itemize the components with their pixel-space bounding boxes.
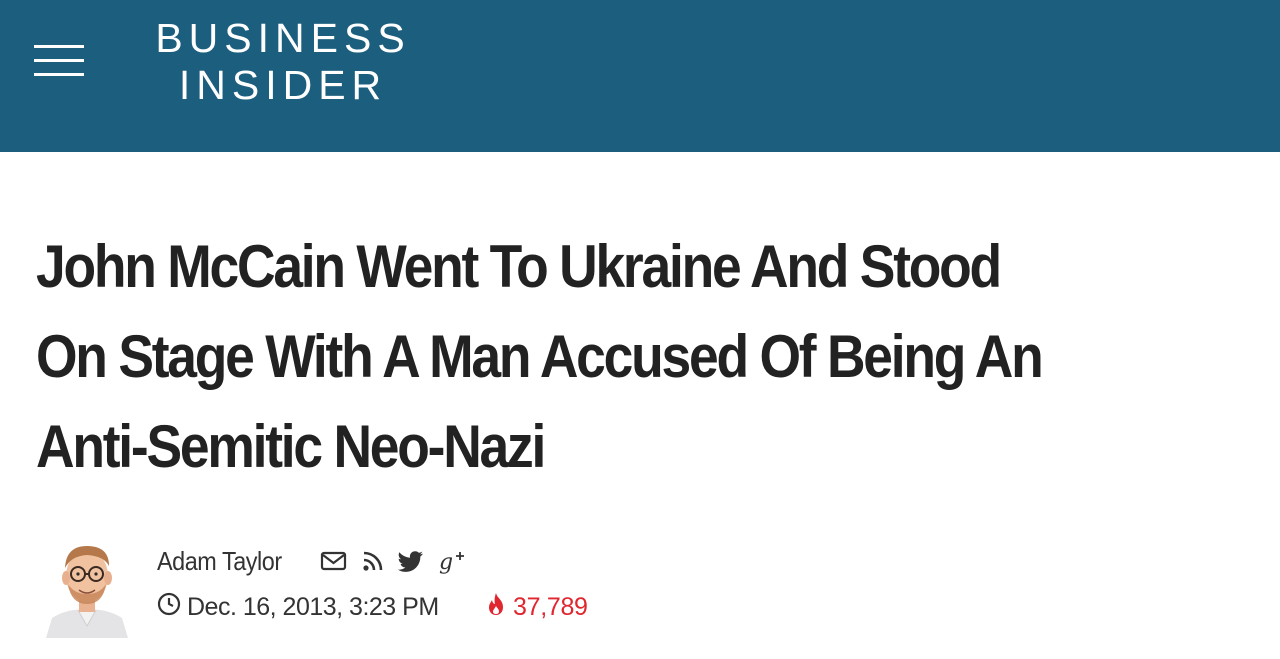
logo-line-1: BUSINESS [155, 15, 411, 61]
business-insider-logo[interactable]: BUSINESS INSIDER [152, 18, 414, 106]
publish-date: Dec. 16, 2013, 3:23 PM [187, 592, 439, 621]
share-icons: g [320, 549, 478, 577]
site-header: BUSINESS INSIDER [0, 0, 1280, 152]
google-plus-icon[interactable]: g [438, 548, 464, 579]
fire-icon [487, 592, 505, 623]
author-avatar[interactable] [38, 536, 136, 638]
author-name[interactable]: Adam Taylor [157, 546, 282, 577]
article-headline: John McCain Went To Ukraine And Stood On… [36, 222, 1273, 492]
publish-info: Dec. 16, 2013, 3:23 PM [157, 590, 439, 624]
headline-line-3: Anti-Semitic Neo-Nazi [36, 413, 546, 480]
email-icon[interactable] [320, 550, 348, 577]
view-count-value: 37,789 [513, 592, 588, 621]
svg-text:g: g [439, 550, 453, 574]
view-count: 37,789 [487, 590, 588, 624]
logo-line-2: INSIDER [178, 62, 388, 108]
clock-icon [157, 592, 181, 623]
headline-line-1: John McCain Went To Ukraine And Stood [36, 233, 1002, 300]
headline-line-2: On Stage With A Man Accused Of Being An [36, 323, 1044, 390]
hamburger-menu-icon[interactable] [34, 42, 86, 80]
rss-icon[interactable] [362, 550, 384, 577]
twitter-icon[interactable] [397, 550, 424, 577]
